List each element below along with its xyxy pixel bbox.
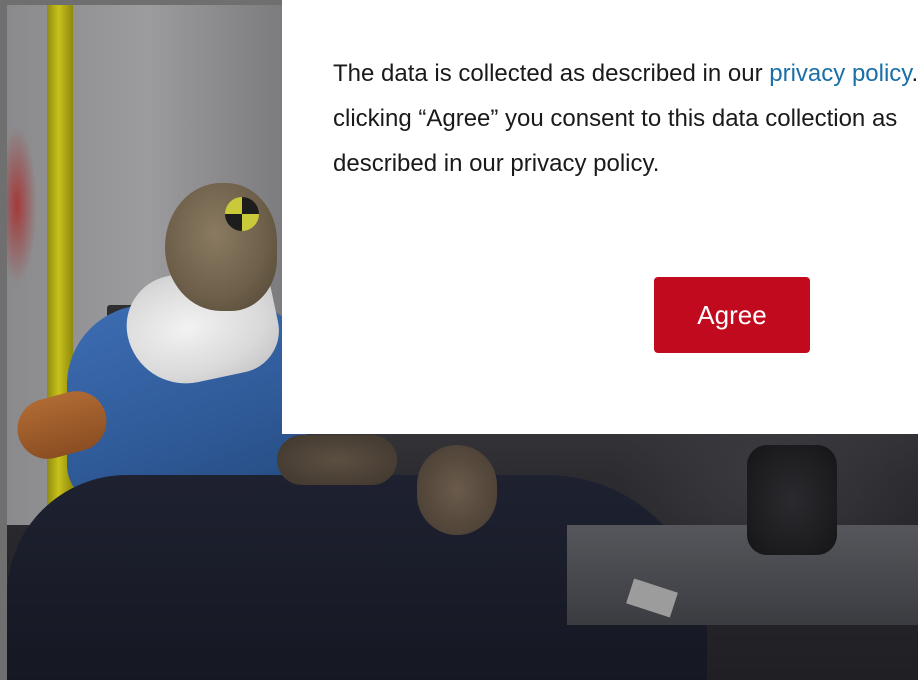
equipment [747, 445, 837, 555]
dummy-hand [277, 435, 397, 485]
page: The data is collected as described in ou… [0, 0, 918, 680]
privacy-policy-link[interactable]: privacy policy [769, 60, 911, 87]
dummy-hand-second [417, 445, 497, 535]
dummy-head [165, 183, 277, 311]
agree-button[interactable]: Agree [654, 277, 810, 353]
consent-text: The data is collected as described in ou… [333, 51, 918, 186]
consent-dialog: The data is collected as described in ou… [282, 0, 918, 434]
stretcher [567, 525, 918, 625]
consent-text-before: The data is collected as described in ou… [333, 60, 770, 87]
crash-target-icon [225, 197, 259, 231]
red-light [7, 125, 37, 285]
